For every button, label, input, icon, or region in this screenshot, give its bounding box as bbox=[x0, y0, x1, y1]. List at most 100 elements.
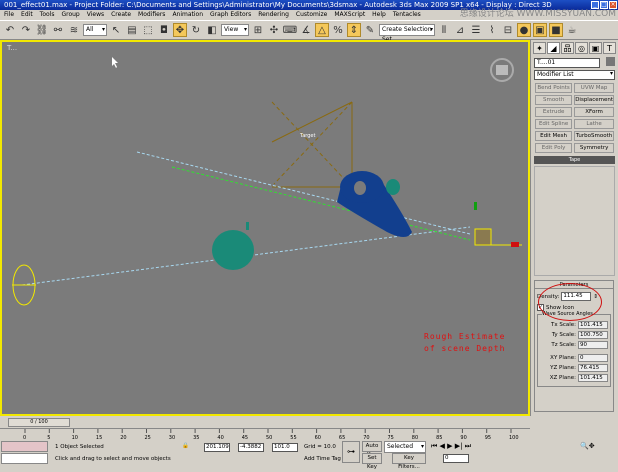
menu-group[interactable]: Group bbox=[61, 10, 79, 20]
modifier-stack[interactable] bbox=[534, 166, 615, 276]
material-editor-icon[interactable]: ● bbox=[517, 23, 531, 37]
menu-rendering[interactable]: Rendering bbox=[258, 10, 289, 20]
modifier-button[interactable]: Smooth bbox=[535, 95, 573, 105]
modifier-button[interactable]: Displacement bbox=[574, 95, 614, 105]
angle-snap-icon[interactable]: △ bbox=[315, 23, 329, 37]
unlink-icon[interactable]: ⚯ bbox=[51, 23, 65, 37]
menu-file[interactable]: File bbox=[4, 10, 14, 20]
move-icon[interactable]: ✥ bbox=[173, 23, 187, 37]
keyboard-shortcut-icon[interactable]: ⌨ bbox=[283, 23, 297, 37]
menu-graph-editors[interactable]: Graph Editors bbox=[210, 10, 251, 20]
key-selection-dropdown[interactable]: Selected bbox=[384, 441, 426, 453]
quick-render-icon[interactable]: ☕ bbox=[565, 23, 579, 37]
display-tab-icon[interactable]: ▣ bbox=[589, 42, 602, 54]
field-label: Tx Scale: bbox=[550, 322, 576, 328]
curve-editor-icon[interactable]: ⌇ bbox=[485, 23, 499, 37]
playback-controls[interactable]: ⏮ ◀ ▶ ▶| ⏭ bbox=[431, 442, 471, 451]
y-coordinate[interactable]: -4.3882 bbox=[238, 443, 264, 452]
layer-manager-icon[interactable]: ☰ bbox=[469, 23, 483, 37]
maxscript-listener-mini[interactable] bbox=[1, 441, 48, 452]
link-icon[interactable]: ⛓ bbox=[35, 23, 49, 37]
menu-edit[interactable]: Edit bbox=[21, 10, 33, 20]
manipulate-icon[interactable]: ✣ bbox=[267, 23, 281, 37]
set-key-icon[interactable]: ⊶ bbox=[342, 441, 360, 463]
selection-filter-dropdown[interactable]: All bbox=[83, 24, 107, 36]
modifier-button[interactable]: Bend Points bbox=[535, 83, 573, 93]
select-object-icon[interactable]: ↖ bbox=[109, 23, 123, 37]
lock-icon[interactable]: 🔒 bbox=[182, 443, 189, 449]
utilities-tab-icon[interactable]: T bbox=[603, 42, 616, 54]
modifier-button[interactable]: Extrude bbox=[535, 107, 573, 117]
modifier-stack-item[interactable]: Tape bbox=[534, 156, 615, 164]
scale-icon[interactable]: ◧ bbox=[205, 23, 219, 37]
maxscript-input[interactable] bbox=[1, 453, 48, 464]
align-icon[interactable]: ⊿ bbox=[453, 23, 467, 37]
object-name-field[interactable]: T....01 bbox=[534, 58, 600, 68]
timeline-track[interactable]: 0 5 10 15 20 25 30 35 40 45 50 55 60 65 70 75 80 85 90 95 10… bbox=[0, 428, 530, 441]
tx-scale-field[interactable]: 101.415 bbox=[578, 321, 608, 329]
prompt-line: Click and drag to select and move object… bbox=[55, 456, 171, 462]
snaps-icon[interactable]: ∡ bbox=[299, 23, 313, 37]
percent-snap-icon[interactable]: % bbox=[331, 23, 345, 37]
modify-tab-icon[interactable]: ◢ bbox=[547, 42, 560, 54]
modifier-button[interactable]: TurboSmooth bbox=[574, 131, 614, 141]
z-coordinate[interactable]: 101.0 bbox=[272, 443, 298, 452]
current-frame-field[interactable]: 0 bbox=[443, 454, 469, 463]
menu-views[interactable]: Views bbox=[87, 10, 104, 20]
modifier-list-dropdown[interactable]: Modifier List bbox=[534, 70, 615, 80]
viewport-nav-icons[interactable]: 🔍✥ bbox=[580, 442, 595, 450]
rectangular-selection-icon[interactable]: ⬚ bbox=[141, 23, 155, 37]
bind-space-warp-icon[interactable]: ≋ bbox=[67, 23, 81, 37]
menu-maxscript[interactable]: MAXScript bbox=[334, 10, 365, 20]
edit-named-selection-icon[interactable]: ✎ bbox=[363, 23, 377, 37]
object-color-swatch[interactable] bbox=[606, 57, 615, 66]
set-key-button[interactable]: Set Key bbox=[362, 453, 382, 470]
select-by-name-icon[interactable]: ▤ bbox=[125, 23, 139, 37]
menu-create[interactable]: Create bbox=[111, 10, 131, 20]
modifier-button[interactable]: Edit Mesh bbox=[535, 131, 573, 141]
ty-scale-field[interactable]: 100.750 bbox=[578, 331, 608, 339]
menu-help[interactable]: Help bbox=[372, 10, 386, 20]
menu-tools[interactable]: Tools bbox=[40, 10, 55, 20]
yz-plane-field[interactable]: 76.415 bbox=[578, 364, 608, 372]
x-coordinate[interactable]: 201.109 bbox=[204, 443, 230, 452]
motion-tab-icon[interactable]: ◎ bbox=[575, 42, 588, 54]
perspective-viewport[interactable]: T... Target Rough Estimate of scene Dept… bbox=[0, 40, 530, 416]
status-bar: 1 Object Selected Click and drag to sele… bbox=[0, 440, 618, 470]
render-setup-icon[interactable]: ▣ bbox=[533, 23, 547, 37]
window-crossing-icon[interactable]: ◘ bbox=[157, 23, 171, 37]
add-time-tag[interactable]: Add Time Tag bbox=[304, 456, 341, 462]
modifier-button[interactable]: Edit Poly bbox=[535, 143, 573, 153]
xz-plane-field[interactable]: 101.415 bbox=[578, 374, 608, 382]
rotate-icon[interactable]: ↻ bbox=[189, 23, 203, 37]
menu-modifiers[interactable]: Modifiers bbox=[138, 10, 165, 20]
grid-readout: Grid = 10.0 bbox=[304, 444, 336, 450]
minimize-button[interactable]: _ bbox=[591, 1, 599, 9]
redo-icon[interactable]: ↷ bbox=[19, 23, 33, 37]
schematic-view-icon[interactable]: ⊟ bbox=[501, 23, 515, 37]
spinner-snap-icon[interactable]: ⇕ bbox=[347, 23, 361, 37]
modifier-button[interactable]: Lathe bbox=[574, 119, 614, 129]
xy-plane-field[interactable]: 0 bbox=[578, 354, 608, 362]
menu-animation[interactable]: Animation bbox=[172, 10, 203, 20]
mirror-icon[interactable]: ⫴ bbox=[437, 23, 451, 37]
menu-tentacles[interactable]: Tentacles bbox=[393, 10, 421, 20]
modifier-button[interactable]: Edit Spline bbox=[535, 119, 573, 129]
reference-coord-dropdown[interactable]: View bbox=[221, 24, 249, 36]
named-selection-dropdown[interactable]: Create Selection Set bbox=[379, 24, 435, 43]
modifier-button[interactable]: Symmetry bbox=[574, 143, 614, 153]
undo-icon[interactable]: ↶ bbox=[3, 23, 17, 37]
menu-customize[interactable]: Customize bbox=[296, 10, 328, 20]
time-slider[interactable]: 0 / 100 bbox=[8, 418, 70, 427]
pivot-icon[interactable]: ⊞ bbox=[251, 23, 265, 37]
key-filters-button[interactable]: Key Filters... bbox=[392, 453, 426, 470]
close-button[interactable]: × bbox=[609, 1, 617, 9]
rendered-frame-icon[interactable]: ■ bbox=[549, 23, 563, 37]
tz-scale-field[interactable]: 90 bbox=[578, 341, 608, 349]
modifier-button[interactable]: XForm bbox=[574, 107, 614, 117]
auto-key-button[interactable]: Auto Key bbox=[362, 441, 382, 458]
hierarchy-tab-icon[interactable]: 品 bbox=[561, 42, 574, 54]
maximize-button[interactable]: □ bbox=[600, 1, 608, 9]
modifier-button[interactable]: UVW Map bbox=[574, 83, 614, 93]
create-tab-icon[interactable]: ✦ bbox=[533, 42, 546, 54]
